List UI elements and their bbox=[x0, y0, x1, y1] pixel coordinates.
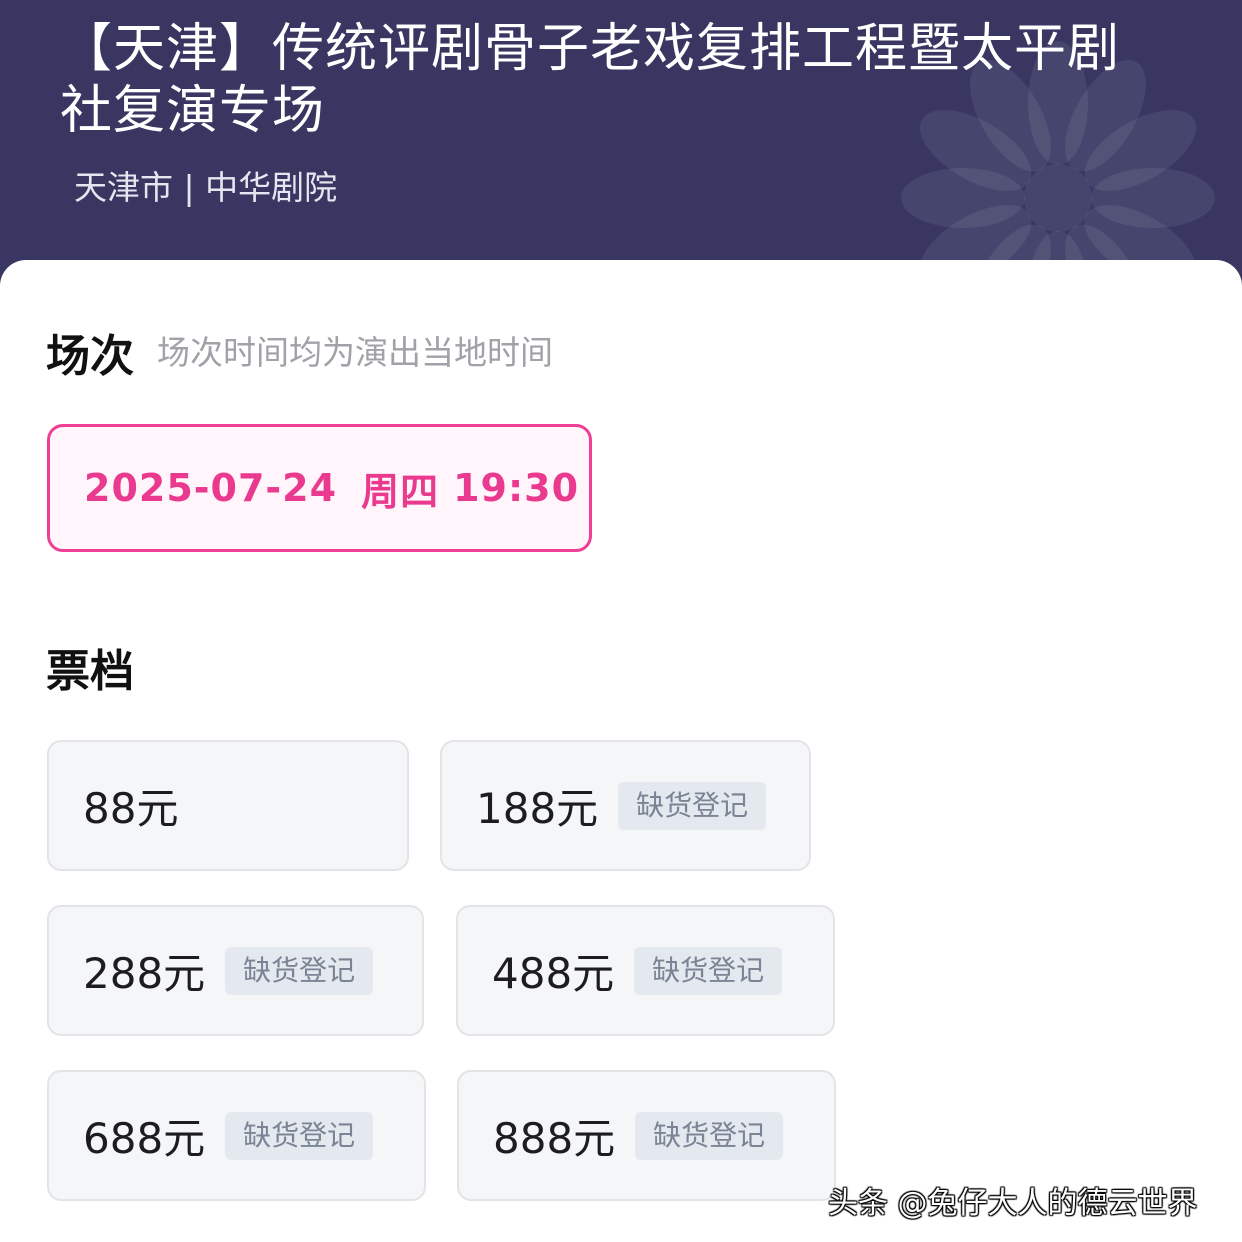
ticket-tier-188[interactable]: 188元 缺货登记 bbox=[440, 740, 811, 871]
sessions-heading: 场次 bbox=[46, 331, 134, 382]
tier-price: 688元 bbox=[83, 1114, 206, 1163]
session-time: 19:30 bbox=[453, 466, 580, 510]
tier-price: 288元 bbox=[83, 949, 206, 998]
source-watermark: 头条 @兔仔大人的德云世界 bbox=[828, 1186, 1198, 1221]
ticket-tier-488[interactable]: 488元 缺货登记 bbox=[456, 905, 835, 1036]
tickets-heading: 票档 bbox=[46, 646, 134, 697]
out-of-stock-register-badge[interactable]: 缺货登记 bbox=[635, 1111, 784, 1160]
ticket-tier-688[interactable]: 688元 缺货登记 bbox=[47, 1070, 426, 1201]
out-of-stock-register-badge[interactable]: 缺货登记 bbox=[225, 946, 374, 995]
session-option-selected[interactable]: 2025-07-24 周四 19:30 bbox=[47, 424, 592, 552]
session-date: 2025-07-24 bbox=[84, 466, 338, 510]
tier-price: 888元 bbox=[493, 1114, 616, 1163]
event-title: 【天津】传统评剧骨子老戏复排工程暨太平剧社复演专场 bbox=[60, 19, 1121, 141]
tier-price: 488元 bbox=[492, 949, 615, 998]
tier-price: 88元 bbox=[83, 784, 179, 833]
ticket-tier-288[interactable]: 288元 缺货登记 bbox=[47, 905, 424, 1036]
tier-price: 188元 bbox=[476, 784, 599, 833]
out-of-stock-register-badge[interactable]: 缺货登记 bbox=[225, 1111, 374, 1160]
event-venue: 天津市 | 中华剧院 bbox=[74, 168, 338, 207]
ticket-tier-88[interactable]: 88元 bbox=[47, 740, 409, 871]
out-of-stock-register-badge[interactable]: 缺货登记 bbox=[618, 781, 767, 830]
out-of-stock-register-badge[interactable]: 缺货登记 bbox=[634, 946, 783, 995]
ticket-tier-888[interactable]: 888元 缺货登记 bbox=[457, 1070, 836, 1201]
sessions-note: 场次时间均为演出当地时间 bbox=[157, 333, 553, 372]
session-weekday: 周四 bbox=[361, 469, 440, 514]
